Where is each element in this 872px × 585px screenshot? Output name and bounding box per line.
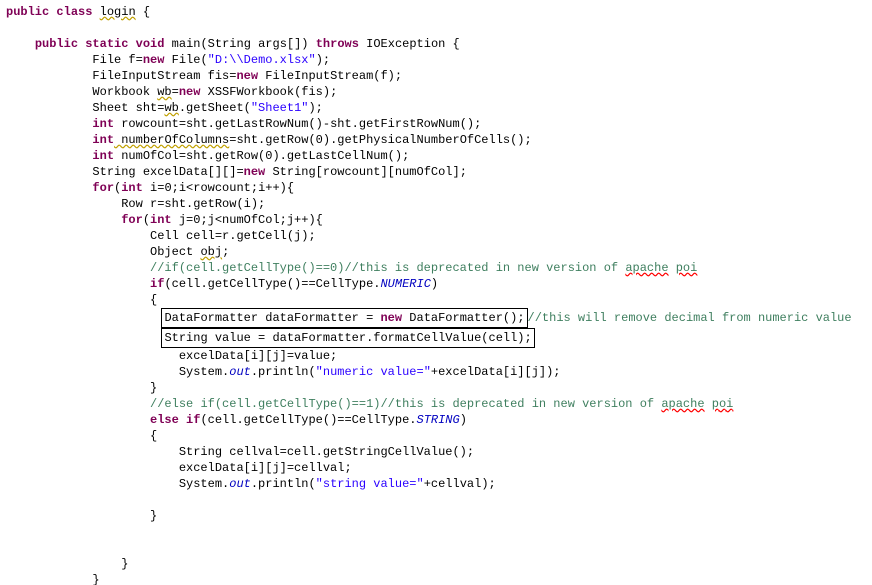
- code-block: public class login { public static void …: [0, 0, 872, 585]
- kw-public: public: [35, 37, 78, 51]
- highlighted-box: DataFormatter dataFormatter = new DataFo…: [161, 308, 527, 328]
- string-literal: "D:\\Demo.xlsx": [208, 53, 316, 67]
- kw-void: void: [136, 37, 165, 51]
- method-main: main: [172, 37, 201, 51]
- class-name: login: [100, 5, 136, 19]
- kw-static: static: [85, 37, 128, 51]
- comment: //else if(cell.getCellType()==1)//this i…: [150, 397, 733, 411]
- kw-public: public: [6, 5, 49, 19]
- comment: //if(cell.getCellType()==0)//this is dep…: [150, 261, 697, 275]
- highlighted-box: String value = dataFormatter.formatCellV…: [161, 328, 534, 348]
- kw-throws: throws: [316, 37, 359, 51]
- kw-class: class: [56, 5, 92, 19]
